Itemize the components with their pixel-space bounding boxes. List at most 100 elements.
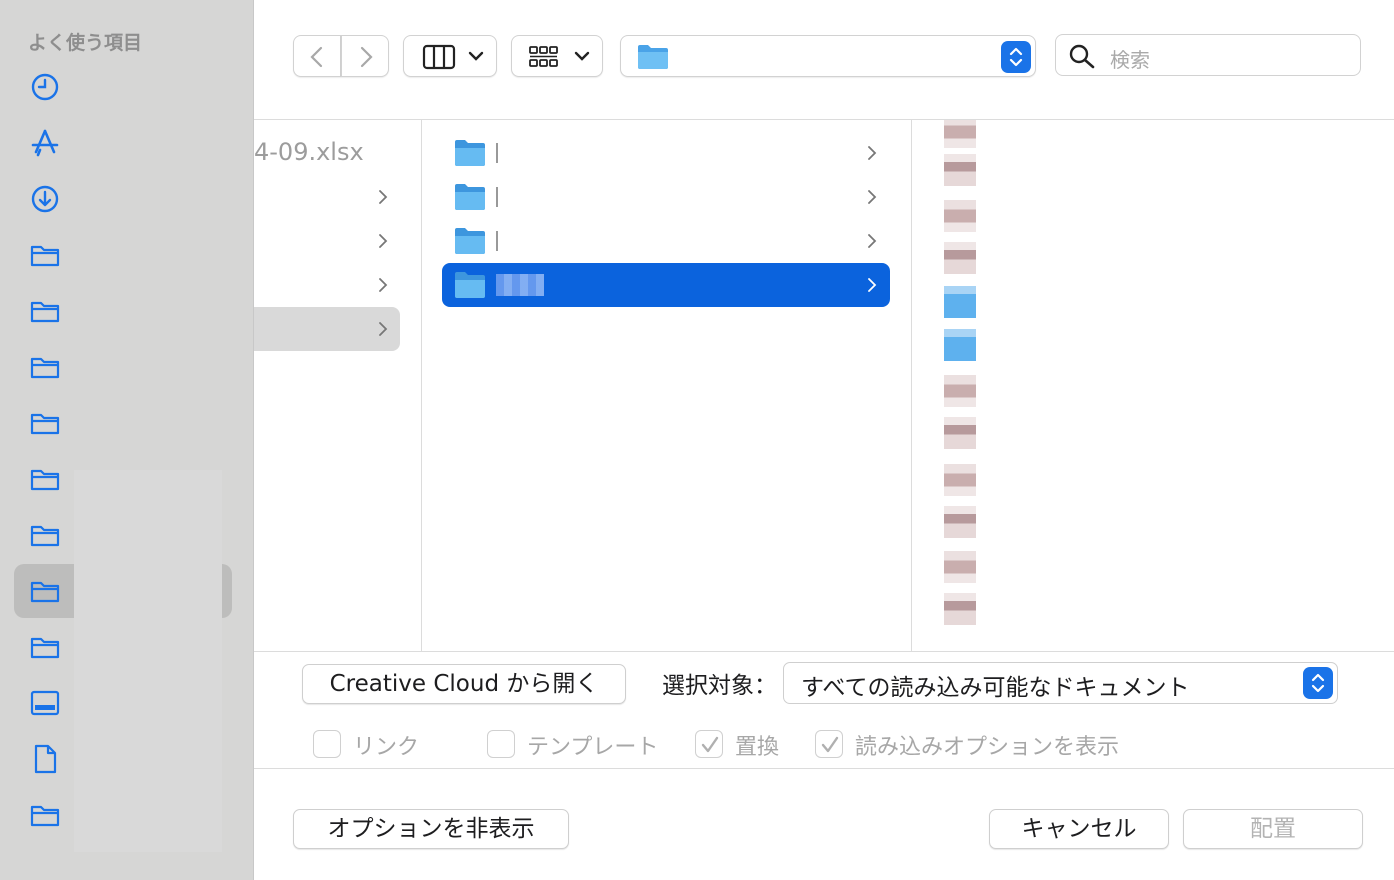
sidebar-item-downloads[interactable] <box>14 172 232 226</box>
hide-options-button[interactable]: オプションを非表示 <box>293 809 569 849</box>
path-popup[interactable] <box>620 35 1036 77</box>
chevron-right-icon <box>868 146 877 160</box>
folder-icon <box>30 245 60 267</box>
search-icon <box>1069 44 1095 69</box>
file-thumbnail[interactable] <box>944 120 976 148</box>
search-placeholder: 検索 <box>1110 48 1150 72</box>
chevron-right-icon <box>868 190 877 204</box>
template-checkbox[interactable]: テンプレート <box>487 728 667 760</box>
file-name-truncated[interactable]: 4-09.xlsx <box>254 138 364 166</box>
list-item-selected[interactable] <box>254 307 400 351</box>
grid-icon <box>529 46 558 67</box>
folder-icon <box>455 140 485 166</box>
forward-button[interactable] <box>341 35 389 77</box>
group-button[interactable] <box>511 35 603 77</box>
folder-icon <box>30 469 60 491</box>
folder-icon <box>30 637 60 659</box>
file-browser: 4-09.xlsx <box>254 120 1394 652</box>
sidebar-item-folder-1[interactable] <box>14 228 232 282</box>
sidebar-item-recents[interactable] <box>14 60 232 114</box>
file-thumbnail[interactable] <box>944 154 976 186</box>
checkmark-icon <box>701 736 719 753</box>
back-button[interactable] <box>293 35 341 77</box>
folder-icon <box>30 413 60 435</box>
checkbox-box <box>815 730 843 758</box>
clock-icon <box>31 73 59 101</box>
folder-thumbnail[interactable] <box>944 329 976 361</box>
link-label: リンク <box>353 735 420 760</box>
sidebar-item-folder-3[interactable] <box>14 340 232 394</box>
file-thumbnail[interactable] <box>944 464 976 496</box>
folder-name <box>496 231 498 251</box>
footer: オプションを非表示 キャンセル 配置 <box>254 769 1394 880</box>
sidebar-item-folder-4[interactable] <box>14 396 232 450</box>
toolbar: 検索 <box>254 0 1394 120</box>
folder-icon <box>455 184 485 210</box>
up-down-arrows-icon <box>1009 47 1023 67</box>
sidebar-item-folder-2[interactable] <box>14 284 232 338</box>
folder-name <box>496 187 498 207</box>
folder-row[interactable] <box>442 219 890 263</box>
checkbox-box <box>695 730 723 758</box>
folder-row[interactable] <box>442 175 890 219</box>
file-thumbnail[interactable] <box>944 375 976 407</box>
folder-icon <box>30 805 60 827</box>
cancel-button[interactable]: キャンセル <box>989 809 1169 849</box>
chevron-right-icon <box>379 190 388 204</box>
template-label: テンプレート <box>527 735 659 760</box>
search-field[interactable]: 検索 <box>1055 34 1361 76</box>
folder-icon <box>30 581 60 603</box>
folder-icon <box>455 228 485 254</box>
folder-name <box>496 143 498 163</box>
file-thumbnail[interactable] <box>944 200 976 232</box>
chevron-right-icon <box>379 322 388 336</box>
chevron-right-icon <box>868 278 877 292</box>
folder-row[interactable] <box>442 131 890 175</box>
sidebar: よく使う項目 <box>0 0 254 880</box>
file-thumbnail[interactable] <box>944 242 976 274</box>
folder-icon <box>30 525 60 547</box>
select-label: 選択対象： <box>662 673 777 699</box>
folder-row-selected[interactable] <box>442 263 890 307</box>
file-thumbnail[interactable] <box>944 506 976 538</box>
file-thumbnail[interactable] <box>944 593 976 625</box>
downloads-icon <box>31 185 59 213</box>
file-type-select[interactable]: すべての読み込み可能なドキュメント <box>783 662 1338 704</box>
checkmark-icon <box>821 736 839 753</box>
folder-name-redacted <box>496 274 544 296</box>
show-import-options-checkbox[interactable]: 読み込みオプションを表示 <box>815 728 1135 760</box>
document-icon <box>34 744 57 774</box>
file-thumbnail[interactable] <box>944 417 976 449</box>
folder-icon <box>455 272 485 298</box>
replace-label: 置換 <box>735 735 780 760</box>
chevron-left-icon <box>310 46 323 68</box>
up-down-arrows-icon <box>1311 673 1325 693</box>
folder-icon <box>30 357 60 379</box>
place-button[interactable]: 配置 <box>1183 809 1363 849</box>
chevron-right-icon <box>360 46 373 68</box>
sidebar-heading: よく使う項目 <box>28 32 143 54</box>
list-item[interactable] <box>254 263 400 307</box>
column-3 <box>912 120 1394 652</box>
desktop-icon <box>30 690 60 716</box>
column-1: 4-09.xlsx <box>254 120 422 652</box>
sidebar-item-applications[interactable] <box>14 116 232 170</box>
folder-icon <box>638 45 668 69</box>
redacted-sidebar-labels <box>74 470 222 852</box>
checkbox-box <box>487 730 515 758</box>
list-item[interactable] <box>254 219 400 263</box>
replace-checkbox[interactable]: 置換 <box>695 728 795 760</box>
file-thumbnail[interactable] <box>944 551 976 583</box>
folder-thumbnail[interactable] <box>944 286 976 318</box>
view-mode-button[interactable] <box>403 35 497 77</box>
file-type-value: すべての読み込み可能なドキュメント <box>801 675 1190 701</box>
open-from-creative-cloud-button[interactable]: Creative Cloud から開く <box>302 664 626 704</box>
chevron-right-icon <box>868 234 877 248</box>
show-import-options-label: 読み込みオプションを表示 <box>855 735 1120 760</box>
popup-stepper <box>1303 667 1333 699</box>
link-checkbox[interactable]: リンク <box>313 728 443 760</box>
checkbox-box <box>313 730 341 758</box>
chevron-right-icon <box>379 278 388 292</box>
list-item[interactable] <box>254 175 400 219</box>
chevron-down-icon <box>574 51 590 61</box>
